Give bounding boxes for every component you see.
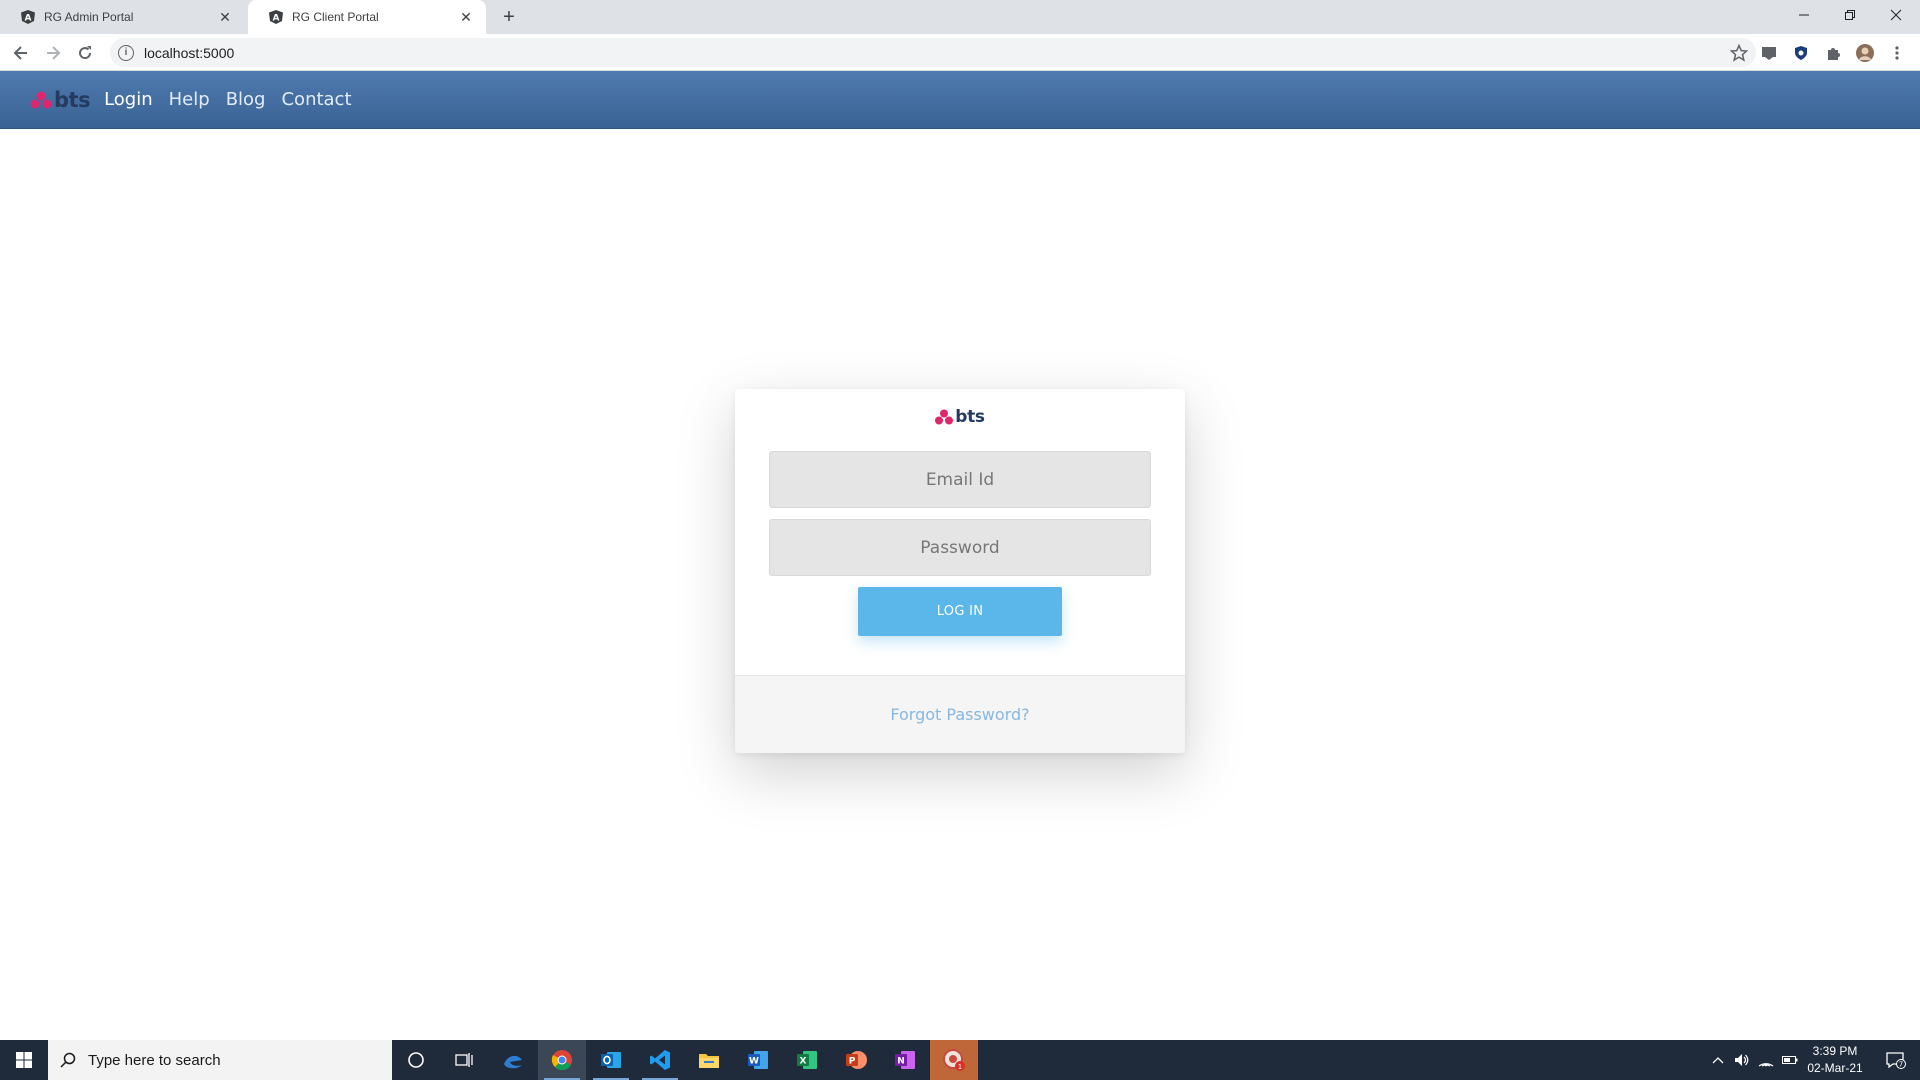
bookmark-star-icon[interactable] xyxy=(1730,44,1748,62)
password-field[interactable] xyxy=(769,519,1151,576)
svg-text:A: A xyxy=(25,14,32,24)
search-icon xyxy=(60,1052,76,1068)
svg-text:1: 1 xyxy=(958,1063,962,1071)
close-tab-icon[interactable]: ✕ xyxy=(458,9,474,25)
svg-text:P: P xyxy=(849,1057,856,1067)
tab-title: RG Admin Portal xyxy=(44,10,134,24)
reload-button[interactable] xyxy=(72,40,98,66)
start-button[interactable] xyxy=(0,1040,48,1080)
extensions-puzzle-icon[interactable] xyxy=(1822,42,1844,64)
word-icon[interactable]: W xyxy=(734,1040,782,1080)
cortana-icon[interactable] xyxy=(392,1040,440,1080)
close-tab-icon[interactable]: ✕ xyxy=(217,9,233,25)
back-button[interactable] xyxy=(8,40,34,66)
windows-logo-icon xyxy=(16,1052,32,1068)
arrow-left-icon xyxy=(13,46,27,60)
browser-menu-icon[interactable] xyxy=(1886,42,1908,64)
restore-icon xyxy=(1845,10,1855,20)
svg-text:W: W xyxy=(749,1057,759,1067)
chrome-icon[interactable] xyxy=(538,1040,586,1080)
onenote-icon[interactable]: N xyxy=(881,1040,929,1080)
notification-icon: 7 xyxy=(1886,1052,1906,1069)
outlook-icon[interactable] xyxy=(587,1040,635,1080)
vscode-icon[interactable] xyxy=(636,1040,684,1080)
card-brand-logo: bts xyxy=(735,407,1185,427)
taskbar-search[interactable]: Type here to search xyxy=(48,1040,392,1080)
volume-icon[interactable] xyxy=(1730,1040,1754,1080)
app-icon[interactable]: 1 xyxy=(930,1040,978,1080)
new-tab-button[interactable]: + xyxy=(498,6,520,28)
login-button[interactable]: LOG IN xyxy=(858,587,1062,636)
arrow-right-icon xyxy=(47,46,61,60)
taskbar-clock[interactable]: 3:39 PM 02-Mar-21 xyxy=(1800,1043,1870,1077)
minimize-button[interactable] xyxy=(1781,0,1827,30)
cast-icon[interactable] xyxy=(1758,42,1780,64)
close-window-button[interactable] xyxy=(1873,0,1919,30)
reload-icon xyxy=(79,46,92,60)
card-footer: Forgot Password? xyxy=(735,675,1185,753)
nav-link-help[interactable]: Help xyxy=(169,89,210,110)
task-view-icon[interactable] xyxy=(440,1040,488,1080)
show-hidden-icons-chevron-icon[interactable] xyxy=(1706,1040,1730,1080)
windows-taskbar: Type here to search W X P N 1 3:39 PM 02… xyxy=(0,1040,1920,1080)
info-icon[interactable]: i xyxy=(118,44,134,61)
bts-logo-dots-icon xyxy=(935,409,954,425)
address-bar[interactable]: i localhost:5000 xyxy=(110,38,1756,67)
minimize-icon xyxy=(1799,14,1809,16)
svg-text:N: N xyxy=(897,1057,905,1067)
powerpoint-icon[interactable]: P xyxy=(832,1040,880,1080)
url-text: localhost:5000 xyxy=(144,44,235,61)
login-card: bts LOG IN Forgot Password? xyxy=(735,389,1185,753)
file-explorer-icon[interactable] xyxy=(685,1040,733,1080)
profile-avatar[interactable] xyxy=(1854,42,1876,64)
email-field[interactable] xyxy=(769,451,1151,508)
forward-button[interactable] xyxy=(40,40,66,66)
app-navbar: bts Login Help Blog Contact xyxy=(0,71,1920,129)
notification-count: 7 xyxy=(1899,1061,1903,1069)
nav-link-login[interactable]: Login xyxy=(104,89,153,110)
brand-logo[interactable]: bts xyxy=(30,87,91,112)
tab-rg-admin-portal[interactable]: A RG Admin Portal ✕ xyxy=(0,0,245,34)
nav-link-blog[interactable]: Blog xyxy=(226,89,266,110)
clock-date: 02-Mar-21 xyxy=(1807,1061,1863,1075)
extension-shield-icon[interactable] xyxy=(1790,42,1812,64)
clock-time: 3:39 PM xyxy=(1812,1044,1858,1058)
search-placeholder: Type here to search xyxy=(88,1051,221,1069)
restore-button[interactable] xyxy=(1827,0,1873,30)
angular-icon: A xyxy=(20,9,36,25)
forgot-password-link[interactable]: Forgot Password? xyxy=(890,705,1029,724)
browser-tabstrip: A RG Admin Portal ✕ A RG Client Portal ✕… xyxy=(0,0,1920,34)
edge-legacy-icon[interactable] xyxy=(489,1040,537,1080)
close-icon xyxy=(1890,9,1902,21)
card-brand-text: bts xyxy=(955,407,985,427)
excel-icon[interactable]: X xyxy=(783,1040,831,1080)
svg-text:X: X xyxy=(800,1057,807,1067)
bts-logo-dots-icon xyxy=(30,91,52,108)
action-center-button[interactable]: 7 xyxy=(1876,1040,1916,1080)
svg-text:A: A xyxy=(273,14,280,24)
tab-rg-client-portal[interactable]: A RG Client Portal ✕ xyxy=(248,0,486,34)
tab-title: RG Client Portal xyxy=(292,10,379,24)
network-icon[interactable] xyxy=(1754,1040,1778,1080)
battery-icon[interactable] xyxy=(1778,1040,1802,1080)
angular-icon: A xyxy=(268,9,284,25)
browser-toolbar: i localhost:5000 xyxy=(0,34,1920,71)
nav-link-contact[interactable]: Contact xyxy=(281,89,351,110)
brand-text: bts xyxy=(54,87,91,112)
